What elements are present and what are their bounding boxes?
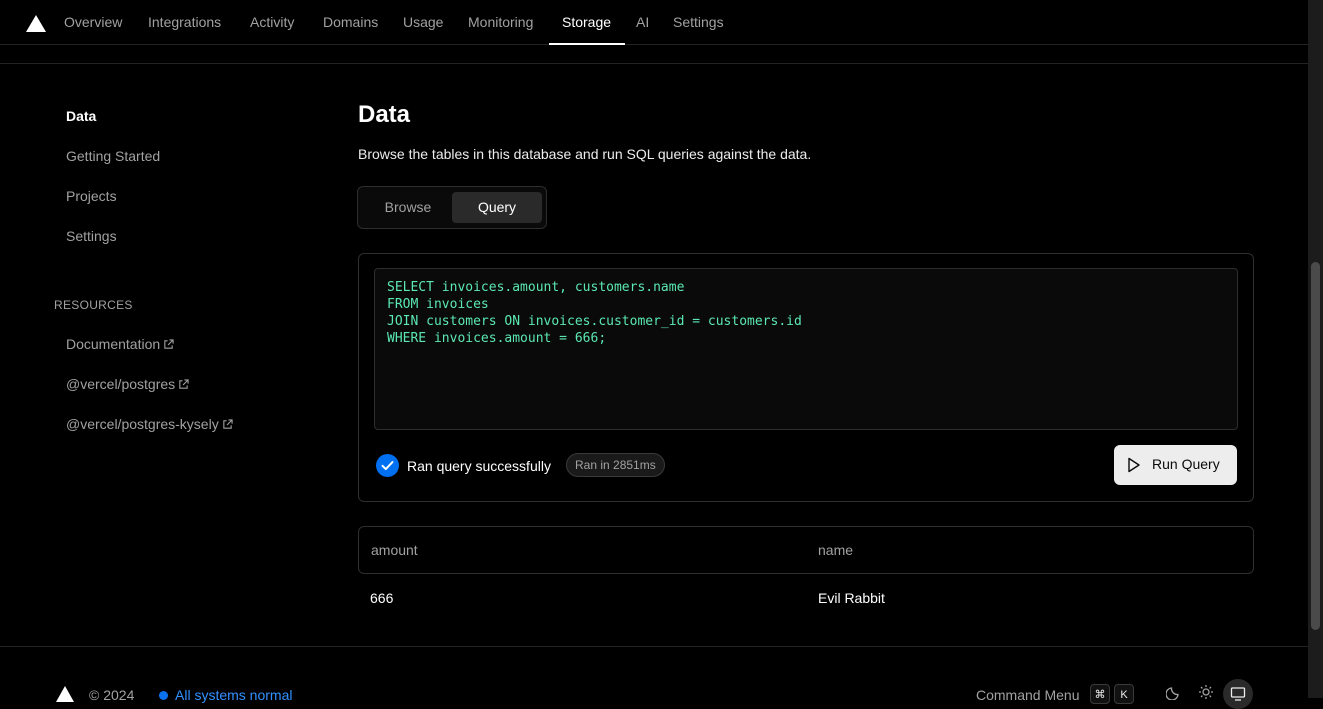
tab-settings[interactable]: Settings bbox=[673, 14, 724, 30]
tab-browse[interactable]: Browse bbox=[364, 192, 452, 223]
copyright: © 2024 bbox=[89, 687, 135, 703]
external-link-icon bbox=[179, 379, 189, 389]
vercel-postgres-link-label: @vercel/postgres bbox=[66, 376, 176, 392]
vercel-postgres-kysely-link[interactable]: @vercel/postgres-kysely bbox=[66, 416, 233, 432]
vercel-logo-icon[interactable] bbox=[26, 15, 46, 32]
page-title: Data bbox=[358, 101, 411, 128]
command-menu-button[interactable]: Command Menu bbox=[976, 687, 1080, 703]
table-cell-name: Evil Rabbit bbox=[818, 590, 885, 606]
external-link-icon bbox=[164, 339, 174, 349]
sub-header bbox=[0, 45, 1308, 64]
code-line: JOIN customers ON invoices.customer_id =… bbox=[387, 314, 802, 329]
run-query-label: Run Query bbox=[1152, 456, 1220, 472]
column-header-name: name bbox=[818, 542, 854, 558]
column-header-amount: amount bbox=[371, 542, 418, 558]
shortcut-key-k: K bbox=[1114, 684, 1134, 704]
sidebar-item-data[interactable]: Data bbox=[66, 108, 96, 124]
table-cell-amount: 666 bbox=[370, 590, 394, 606]
tab-query[interactable]: Query bbox=[452, 192, 542, 223]
system-theme-button[interactable] bbox=[1223, 679, 1253, 709]
tab-storage[interactable]: Storage bbox=[562, 14, 611, 30]
view-switcher: Browse Query bbox=[357, 186, 547, 229]
page-description: Browse the tables in this database and r… bbox=[358, 146, 812, 162]
duration-badge: Ran in 2851ms bbox=[566, 453, 665, 477]
run-query-button[interactable]: Run Query bbox=[1114, 445, 1237, 485]
query-panel: SELECT invoices.amount, customers.name F… bbox=[358, 253, 1254, 502]
tab-activity[interactable]: Activity bbox=[250, 14, 294, 30]
tab-integrations[interactable]: Integrations bbox=[148, 14, 221, 30]
vercel-postgres-link[interactable]: @vercel/postgres bbox=[66, 376, 189, 392]
external-link-icon bbox=[222, 419, 233, 429]
results-table-header: amount name bbox=[358, 526, 1254, 574]
shortcut-key-cmd: ⌘ bbox=[1090, 684, 1110, 704]
sql-editor[interactable]: SELECT invoices.amount, customers.name F… bbox=[374, 268, 1238, 430]
tab-ai[interactable]: AI bbox=[636, 14, 649, 30]
status-dot-icon bbox=[159, 691, 168, 700]
query-status: Ran query successfully bbox=[407, 458, 551, 474]
tab-usage[interactable]: Usage bbox=[403, 14, 443, 30]
sidebar-item-settings[interactable]: Settings bbox=[66, 228, 117, 244]
monitor-icon bbox=[1230, 687, 1246, 701]
documentation-link[interactable]: Documentation bbox=[66, 336, 174, 352]
tab-monitoring[interactable]: Monitoring bbox=[468, 14, 533, 30]
vercel-postgres-kysely-link-label: @vercel/postgres-kysely bbox=[66, 416, 219, 432]
code-line: SELECT invoices.amount, customers.name bbox=[387, 280, 685, 295]
play-icon bbox=[1128, 457, 1140, 473]
vercel-logo-icon[interactable] bbox=[56, 686, 74, 702]
success-check-icon bbox=[376, 454, 399, 477]
footer: © 2024 All systems normal Command Menu bbox=[0, 646, 1308, 703]
documentation-link-label: Documentation bbox=[66, 336, 161, 352]
code-line: WHERE invoices.amount = 666; bbox=[387, 331, 607, 346]
scrollbar-thumb[interactable] bbox=[1311, 262, 1320, 630]
tab-domains[interactable]: Domains bbox=[323, 14, 378, 30]
sidebar-item-getting-started[interactable]: Getting Started bbox=[66, 148, 160, 164]
system-status-link[interactable]: All systems normal bbox=[175, 687, 292, 703]
top-nav: Overview Integrations Activity Domains U… bbox=[0, 0, 1308, 45]
sidebar-item-projects[interactable]: Projects bbox=[66, 188, 117, 204]
code-line: FROM invoices bbox=[387, 297, 489, 312]
resources-heading: RESOURCES bbox=[54, 298, 133, 312]
tab-overview[interactable]: Overview bbox=[64, 14, 122, 30]
